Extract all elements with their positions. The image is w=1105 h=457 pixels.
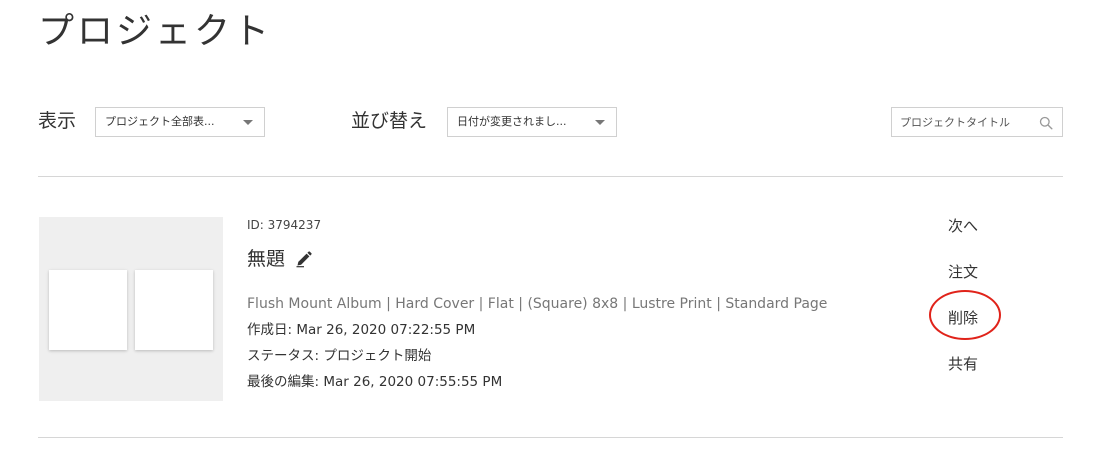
order-link[interactable]: 注文: [948, 261, 978, 283]
project-status: ステータス: プロジェクト開始: [247, 348, 432, 364]
project-thumbnail[interactable]: [39, 217, 223, 401]
search-icon[interactable]: [1039, 116, 1053, 130]
page-title: プロジェクト: [38, 11, 273, 52]
search-input[interactable]: [892, 108, 1040, 136]
display-filter-select[interactable]: プロジェクト全部表...: [95, 107, 265, 137]
sort-label: 並び替え: [351, 110, 428, 132]
next-link[interactable]: 次へ: [948, 215, 978, 237]
sort-select[interactable]: 日付が変更されまし...: [447, 107, 617, 137]
search-box: [891, 107, 1063, 137]
display-filter-value: プロジェクト全部表...: [105, 115, 215, 128]
thumbnail-right-page: [135, 270, 213, 350]
pencil-icon[interactable]: [295, 250, 313, 268]
delete-link[interactable]: 削除: [948, 307, 978, 329]
chevron-down-icon: [243, 120, 253, 125]
project-title: 無題: [247, 248, 286, 270]
thumbnail-left-page: [49, 270, 127, 350]
project-last-edited: 最後の編集: Mar 26, 2020 07:55:55 PM: [247, 374, 503, 390]
chevron-down-icon: [595, 120, 605, 125]
share-link[interactable]: 共有: [948, 353, 978, 375]
display-filter-label: 表示: [38, 110, 77, 132]
bottom-divider: [38, 437, 1063, 438]
project-created-date: 作成日: Mar 26, 2020 07:22:55 PM: [247, 322, 476, 338]
project-id: ID: 3794237: [247, 218, 322, 232]
project-specs: Flush Mount Album | Hard Cover | Flat | …: [247, 296, 828, 312]
top-divider: [38, 176, 1063, 177]
sort-value: 日付が変更されまし...: [457, 115, 567, 128]
